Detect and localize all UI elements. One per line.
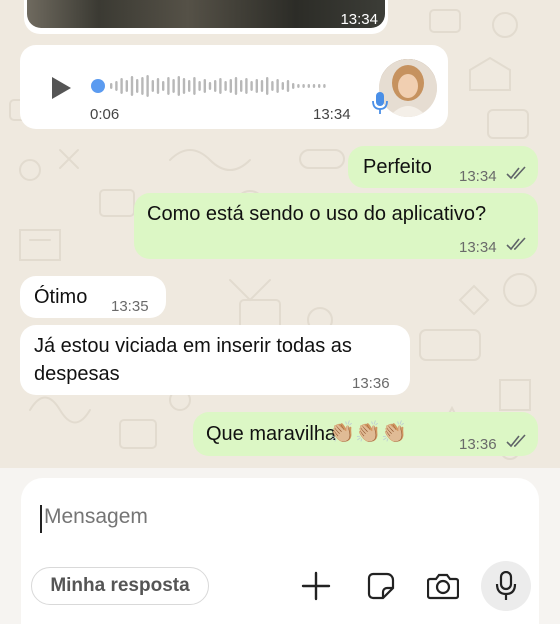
waveform-bar xyxy=(203,79,206,93)
waveform-bar xyxy=(318,84,321,88)
waveform-bar xyxy=(292,83,295,89)
waveform-bar xyxy=(146,75,149,97)
voice-record-button[interactable] xyxy=(481,561,531,611)
waveform-bar xyxy=(193,77,196,95)
image-message[interactable]: 13:34 xyxy=(24,0,388,34)
microphone-icon xyxy=(372,92,388,114)
message-input[interactable] xyxy=(44,503,484,531)
waveform-bar xyxy=(297,84,300,88)
waveform-bar xyxy=(302,84,305,88)
waveform-bar xyxy=(250,81,253,91)
waveform-bar xyxy=(323,84,326,88)
waveform-bar xyxy=(130,76,134,96)
waveform-bar xyxy=(110,83,113,89)
waveform-bar xyxy=(219,78,222,94)
outgoing-message[interactable]: Como está sendo o uso do aplicativo? 13:… xyxy=(134,193,538,259)
waveform-bar xyxy=(229,79,232,93)
waveform-bar xyxy=(167,77,170,95)
waveform-bar xyxy=(255,79,258,93)
outgoing-message[interactable]: Perfeito 13:34 xyxy=(348,146,538,188)
camera-icon[interactable] xyxy=(427,572,459,600)
play-icon[interactable] xyxy=(50,76,72,100)
waveform-bar xyxy=(307,84,310,88)
waveform-bar xyxy=(208,82,212,90)
message-text: Perfeito xyxy=(363,156,432,178)
waveform-bar xyxy=(162,81,165,91)
incoming-message[interactable]: Já estou viciada em inserir todas as des… xyxy=(20,325,410,395)
waveform-bar xyxy=(172,79,175,93)
message-time: 13:36 xyxy=(352,375,390,392)
message-text: Como está sendo o uso do aplicativo? xyxy=(147,203,487,225)
message-time: 13:35 xyxy=(111,298,149,315)
waveform-bar xyxy=(125,80,128,92)
waveform-bar xyxy=(182,78,186,94)
waveform-bar xyxy=(151,80,154,92)
waveform-bar xyxy=(156,78,160,94)
waveform-bar xyxy=(188,80,191,92)
message-text: Ótimo xyxy=(34,286,88,308)
read-receipt-icon xyxy=(506,237,526,251)
waveform-bar xyxy=(266,77,269,95)
waveform-bar xyxy=(177,76,180,96)
waveform-bar xyxy=(234,77,238,95)
clapping-emoji: 👏🏼👏🏼👏🏼 xyxy=(329,421,408,444)
message-time: 13:34 xyxy=(313,106,351,123)
waveform[interactable] xyxy=(90,73,355,99)
quick-reply-chip[interactable]: Minha resposta xyxy=(31,567,209,605)
waveform-bar xyxy=(141,77,144,95)
waveform-bar xyxy=(120,78,123,94)
waveform-bar xyxy=(260,80,264,92)
waveform-bar xyxy=(312,84,316,88)
waveform-bar xyxy=(224,81,227,91)
waveform-bar xyxy=(214,80,217,92)
read-receipt-icon xyxy=(506,166,526,180)
waveform-bar xyxy=(271,81,274,91)
waveform-bar xyxy=(136,79,139,93)
read-receipt-icon xyxy=(506,434,526,448)
incoming-message[interactable]: Ótimo 13:35 xyxy=(20,276,166,318)
microphone-icon xyxy=(495,571,517,600)
outgoing-message[interactable]: Que maravilha 👏🏼👏🏼👏🏼 13:36 xyxy=(193,412,538,456)
voice-duration: 0:06 xyxy=(90,106,120,123)
plus-icon[interactable] xyxy=(301,571,331,601)
waveform-bar xyxy=(198,81,201,91)
message-time: 13:34 xyxy=(459,168,497,185)
voice-message[interactable]: 0:06 13:34 xyxy=(20,45,448,129)
image-thumbnail[interactable] xyxy=(27,0,385,28)
message-text: Que maravilha xyxy=(206,423,337,445)
sticker-icon[interactable] xyxy=(367,572,395,600)
waveform-bar xyxy=(240,80,243,92)
message-time: 13:36 xyxy=(459,436,497,453)
waveform-bar xyxy=(286,80,290,92)
conversation-area[interactable]: 13:34 0:06 13:34 Perfeito 13:34 Como est… xyxy=(0,0,560,470)
waveform-bar xyxy=(276,79,279,93)
waveform-bar xyxy=(281,82,284,90)
message-text-line1: Já estou viciada em inserir todas as xyxy=(34,335,352,357)
message-time: 13:34 xyxy=(340,11,378,28)
waveform-bar xyxy=(245,78,248,94)
message-text-line2: despesas xyxy=(34,363,120,385)
waveform-bar xyxy=(115,81,118,91)
message-time: 13:34 xyxy=(459,239,497,256)
text-caret xyxy=(40,505,42,533)
